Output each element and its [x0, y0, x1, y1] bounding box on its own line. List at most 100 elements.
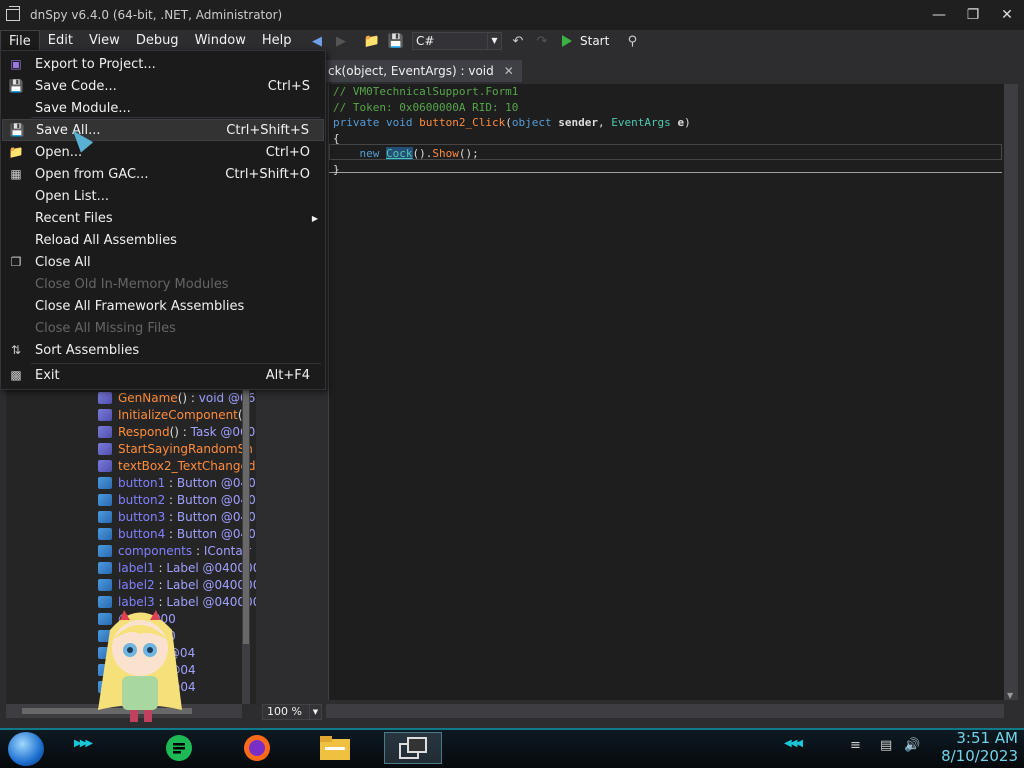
- menu-item-export-to-project[interactable]: ▣ Export to Project...: [2, 53, 324, 75]
- navigate-forward-icon[interactable]: ▶: [332, 32, 350, 50]
- zoom-select[interactable]: 100 % ▼: [262, 704, 322, 720]
- menu-item-save-all[interactable]: 💾 Save All... Ctrl+Shift+S: [2, 119, 324, 141]
- menu-item-shortcut: Ctrl+O: [265, 144, 310, 160]
- tree-item-name: button4: [118, 526, 166, 541]
- code-keyword: private: [333, 116, 380, 129]
- close-all-icon: ❐: [10, 255, 22, 269]
- dnspy-window: dnSpy v6.4.0 (64-bit, .NET, Administrato…: [0, 0, 1024, 728]
- menu-item-open[interactable]: 📁 Open... Ctrl+O: [2, 141, 324, 163]
- field-icon: [98, 578, 112, 591]
- redo-icon[interactable]: ↷: [533, 32, 551, 50]
- clock-date: 8/10/2023: [941, 747, 1018, 765]
- undo-icon[interactable]: ↶: [509, 32, 527, 50]
- menu-item-close-all[interactable]: ❐ Close All: [2, 251, 324, 273]
- field-icon: [98, 544, 112, 557]
- tree-item[interactable]: components : IContair: [98, 542, 251, 559]
- tree-vertical-scrollbar[interactable]: [242, 384, 250, 704]
- menu-item-label: Reload All Assemblies: [35, 232, 177, 248]
- menu-window[interactable]: Window: [187, 30, 254, 52]
- tree-item[interactable]: textBox2_TextChanged: [98, 457, 255, 474]
- editor-horizontal-scrollbar[interactable]: [326, 704, 1004, 718]
- taskbar-app-firefox[interactable]: [228, 732, 286, 764]
- tree-item[interactable]: button1 : Button @040: [98, 474, 256, 491]
- tree-item-name: button3: [118, 509, 166, 524]
- close-icon[interactable]: ✕: [504, 60, 514, 82]
- menu-help[interactable]: Help: [254, 30, 300, 52]
- menu-item-save-code[interactable]: 💾 Save Code... Ctrl+S: [2, 75, 324, 97]
- taskbar-app-notes[interactable]: [150, 732, 208, 764]
- tree-item[interactable]: label1 : Label @040000: [98, 559, 256, 576]
- menu-file[interactable]: File: [0, 30, 40, 52]
- menu-separator: [31, 363, 321, 364]
- menu-item-open-from-gac[interactable]: ▦ Open from GAC... Ctrl+Shift+O: [2, 163, 324, 185]
- navigate-back-icon[interactable]: ◀: [308, 32, 326, 50]
- method-icon: [98, 408, 112, 421]
- volume-icon[interactable]: 🔊: [904, 738, 920, 754]
- chevron-down-icon: ▼: [487, 33, 501, 49]
- menu-item-sort-assemblies[interactable]: ⇅ Sort Assemblies: [2, 339, 324, 361]
- tree-item[interactable]: label2 : Label @040000: [98, 576, 256, 593]
- menu-item-recent-files[interactable]: Recent Files ▶: [2, 207, 324, 229]
- tree-item[interactable]: GenName() : void @06: [98, 389, 255, 406]
- tree-item-suffix: :: [165, 475, 177, 490]
- tree-item[interactable]: button4 : Button @040: [98, 525, 256, 542]
- sort-icon: ⇅: [10, 343, 22, 357]
- editor-vertical-scrollbar[interactable]: ▼: [1004, 84, 1018, 700]
- menu-debug[interactable]: Debug: [128, 30, 187, 52]
- menu-item-label: Open...: [35, 144, 83, 160]
- tree-item[interactable]: StartSayingRandomSh: [98, 440, 253, 457]
- menu-item-reload-all-assemblies[interactable]: Reload All Assemblies: [2, 229, 324, 251]
- maximize-button[interactable]: ❐: [956, 0, 990, 30]
- menu-item-close-all-framework-assemblies[interactable]: Close All Framework Assemblies: [2, 295, 324, 317]
- menu-item-close-old-in-memory-modules: Close Old In-Memory Modules: [2, 273, 324, 295]
- tree-item-name: label2: [118, 577, 155, 592]
- code-editor[interactable]: // VM0TechnicalSupport.Form1 // Token: 0…: [328, 84, 1004, 700]
- clock-time: 3:51 AM: [956, 729, 1018, 747]
- show-desktop-icon[interactable]: ≡: [850, 738, 866, 754]
- menu-edit[interactable]: Edit: [40, 30, 81, 52]
- start-button-orb[interactable]: [8, 732, 44, 766]
- close-button[interactable]: ✕: [990, 0, 1024, 30]
- network-icon[interactable]: ▤: [880, 738, 896, 754]
- taskbar-clock[interactable]: 3:51 AM 8/10/2023: [941, 729, 1018, 765]
- tree-item-name: StartSayingRandomSh: [118, 441, 253, 456]
- tree-item[interactable]: button3 : Button @040: [98, 508, 256, 525]
- tree-item-name: GenName: [118, 390, 178, 405]
- window-title: dnSpy v6.4.0 (64-bit, .NET, Administrato…: [30, 8, 283, 22]
- tree-item[interactable]: Respond() : Task @060: [98, 423, 255, 440]
- start-label: Start: [580, 34, 610, 48]
- menu-item-open-list[interactable]: Open List...: [2, 185, 324, 207]
- export-icon: ▣: [10, 57, 22, 71]
- tree-item[interactable]: button2 : Button @040: [98, 491, 256, 508]
- zoom-value: 100 %: [267, 705, 302, 718]
- open-folder-icon[interactable]: 📁: [363, 32, 381, 50]
- menu-item-label: Save Module...: [35, 100, 131, 116]
- menu-view[interactable]: View: [81, 30, 128, 52]
- minimize-button[interactable]: —: [922, 0, 956, 30]
- method-icon: [98, 391, 112, 404]
- tab-button2-click[interactable]: ck(object, EventArgs) : void ✕: [322, 60, 522, 82]
- code-text: // VM0TechnicalSupport.Form1 // Token: 0…: [333, 85, 691, 176]
- menu-item-save-module[interactable]: Save Module...: [2, 97, 324, 119]
- save-icon[interactable]: 💾: [387, 32, 405, 50]
- taskbar-app-dnspy[interactable]: [384, 732, 442, 764]
- language-select[interactable]: C# ▼: [412, 32, 502, 50]
- menu-item-label: Close All Missing Files: [35, 320, 176, 336]
- start-button[interactable]: Start: [562, 34, 609, 48]
- tree-item-suffix: :: [154, 577, 167, 592]
- tree-item-name: InitializeComponent: [118, 407, 238, 422]
- code-comment-class: // VM0TechnicalSupport.Form1: [333, 85, 519, 98]
- search-icon[interactable]: ⚲: [623, 32, 641, 50]
- tree-item[interactable]: InitializeComponent(): [98, 406, 247, 423]
- tree-item-name: button2: [118, 492, 166, 507]
- menu-item-label: Open from GAC...: [35, 166, 149, 182]
- tree-item-suffix: :: [192, 543, 204, 558]
- menu-item-exit[interactable]: ▩ Exit Alt+F4: [2, 364, 324, 386]
- taskbar-app-file-explorer[interactable]: [306, 732, 364, 764]
- code-type-highlighted[interactable]: Cock: [386, 147, 413, 160]
- mascot-sticker: [98, 610, 182, 722]
- code-brace: }: [333, 162, 340, 176]
- code-method-name: button2_Click: [419, 116, 506, 129]
- code-type: EventArgs: [611, 116, 671, 129]
- exit-icon: ▩: [10, 368, 22, 382]
